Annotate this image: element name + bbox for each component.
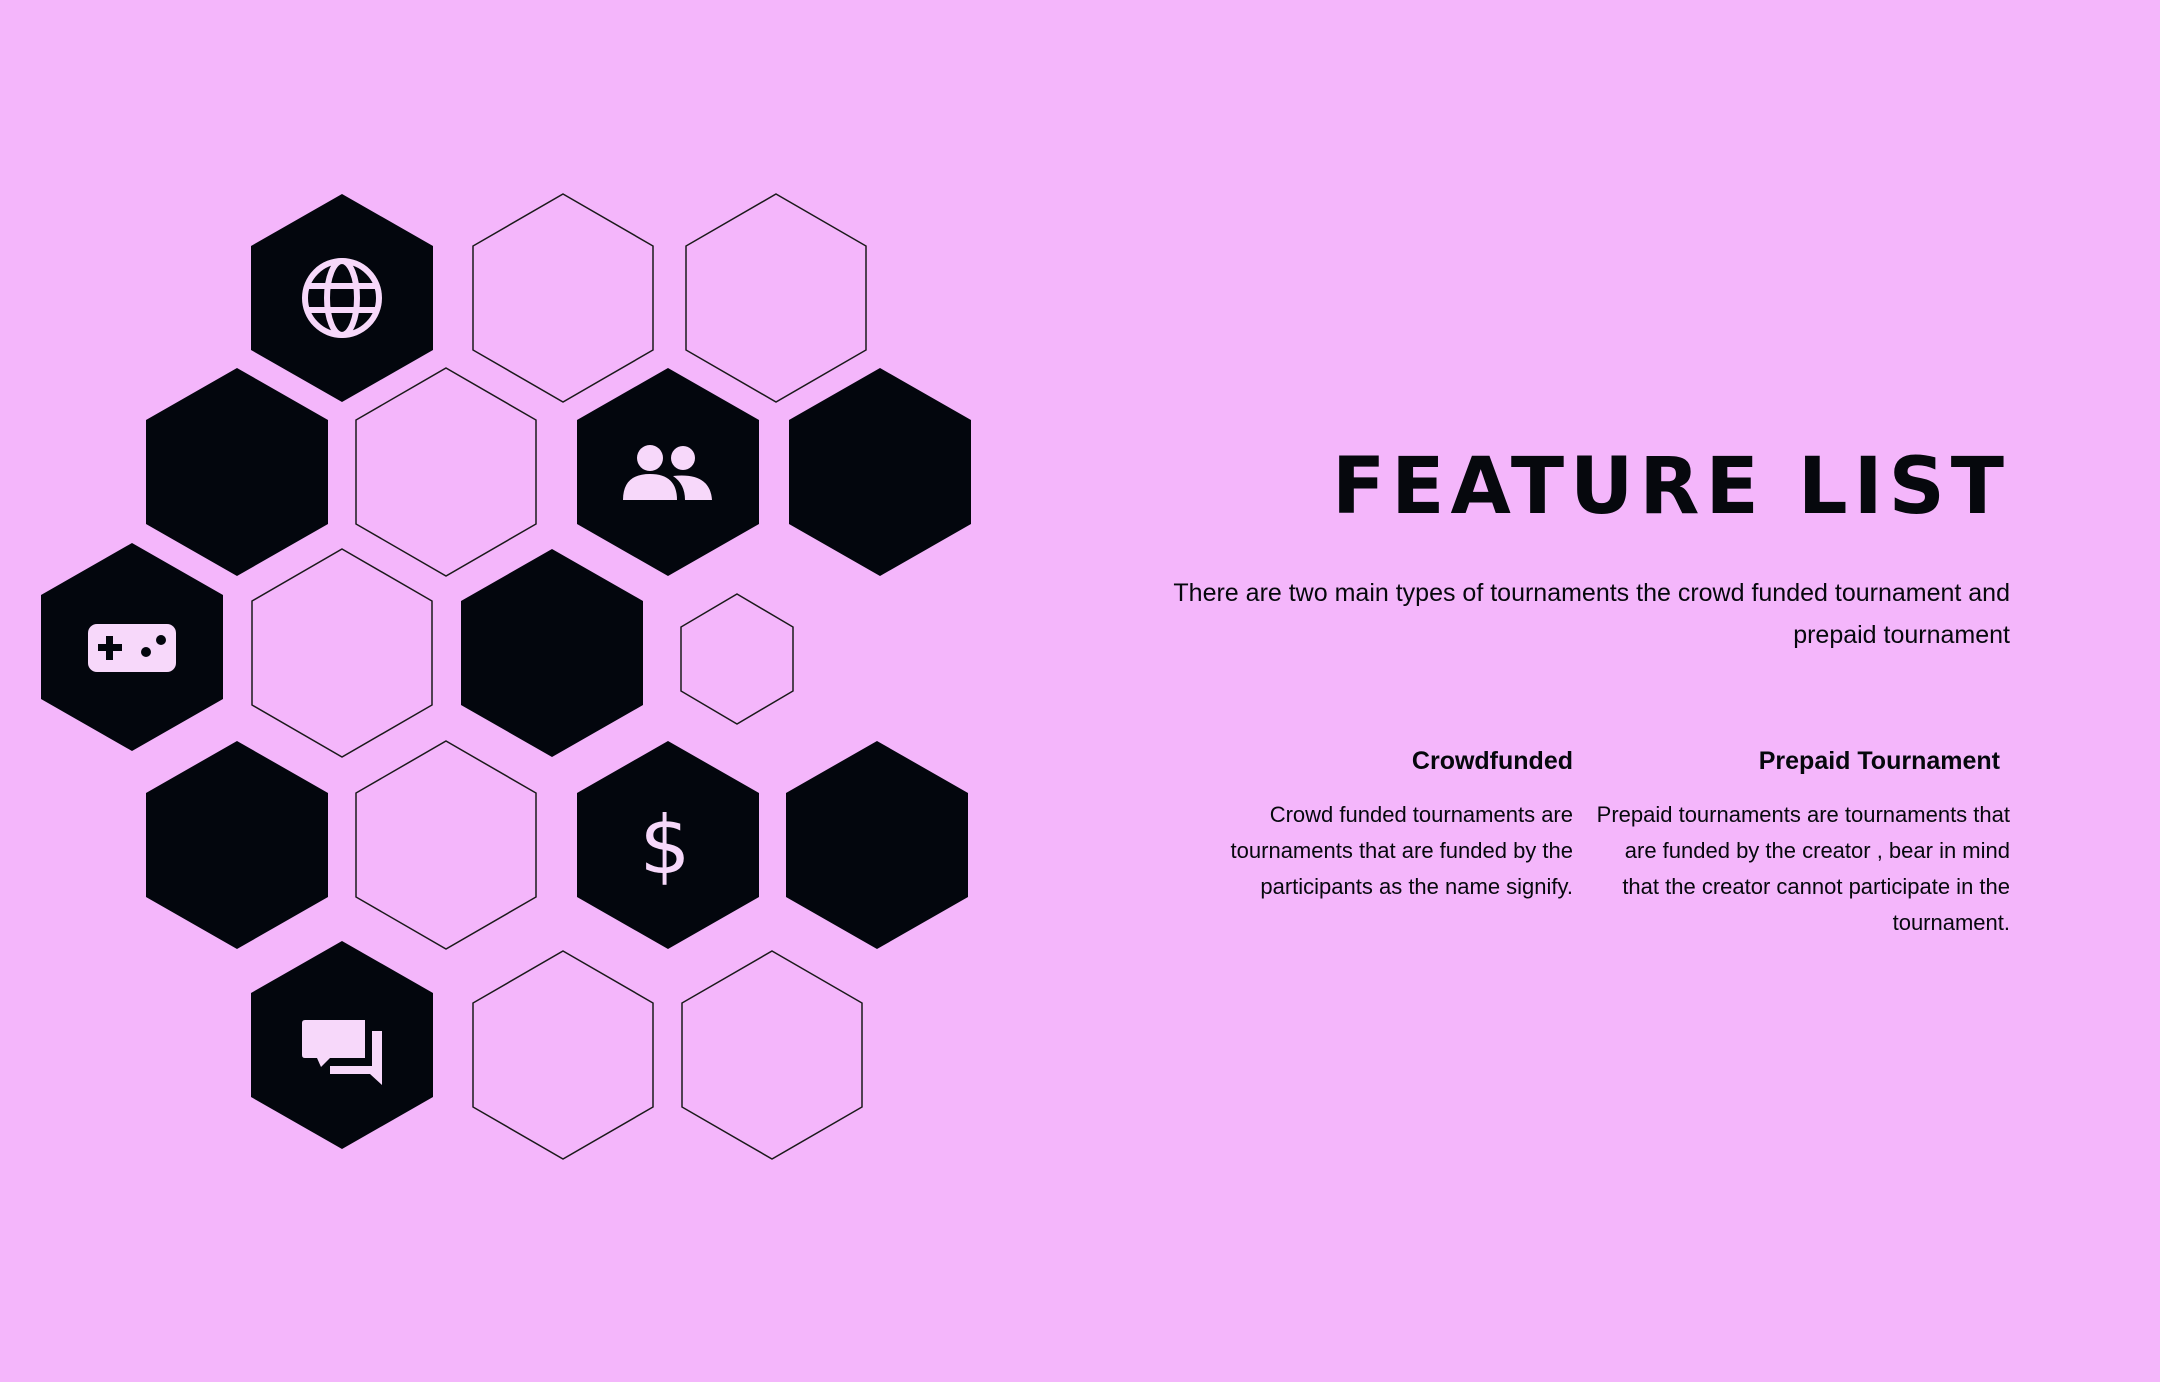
intro-text: There are two main types of tournaments … xyxy=(1173,579,2010,649)
filled-hexagon xyxy=(461,549,643,757)
feature-description: Prepaid tournaments are tournaments that… xyxy=(1596,802,2010,935)
outline-hexagon xyxy=(251,548,433,758)
small-outline-hexagon xyxy=(680,593,794,725)
outline-hexagon xyxy=(355,367,537,577)
page-title: FEATURE LIST xyxy=(1331,442,2010,532)
filled-hexagon xyxy=(146,741,328,949)
outline-hexagon xyxy=(681,950,863,1160)
dollar-icon: $ xyxy=(640,799,691,892)
outline-hexagon xyxy=(472,193,654,403)
filled-hexagon xyxy=(786,741,968,949)
filled-hexagon xyxy=(577,368,759,576)
feature-heading: Prepaid Tournament xyxy=(1758,747,2000,775)
filled-hexagon xyxy=(251,194,433,402)
filled-hexagon xyxy=(146,368,328,576)
gamepad-icon xyxy=(88,624,176,672)
feature-crowdfunded: Crowdfunded Crowd funded tournaments are… xyxy=(1173,743,1573,905)
outline-hexagon xyxy=(472,950,654,1160)
feature-description: Crowd funded tournaments are tournaments… xyxy=(1230,802,1573,899)
outline-hexagon xyxy=(685,193,867,403)
feature-prepaid: Prepaid Tournament Prepaid tournaments a… xyxy=(1590,743,2010,941)
outline-hexagon xyxy=(355,740,537,950)
hexagon-cluster: $ xyxy=(41,193,971,1160)
feature-heading: Crowdfunded xyxy=(1411,747,1573,775)
filled-hexagon xyxy=(789,368,971,576)
